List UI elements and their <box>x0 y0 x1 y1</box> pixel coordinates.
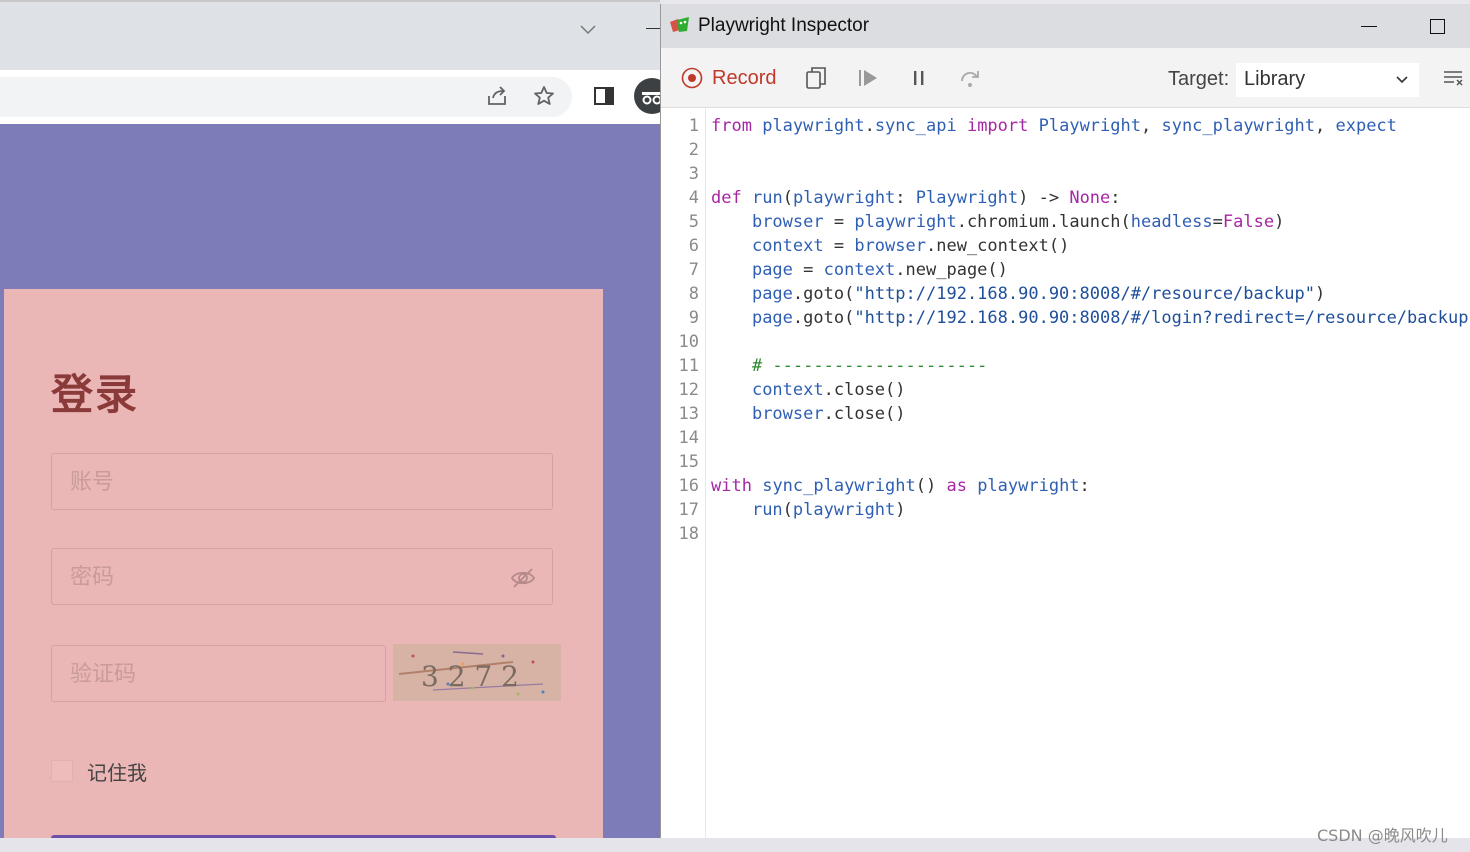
resume-icon[interactable] <box>854 64 882 92</box>
chevron-down-icon[interactable] <box>576 18 600 42</box>
login-title: 登录 <box>51 370 140 419</box>
share-icon[interactable] <box>484 83 510 109</box>
minimize-button[interactable] <box>1355 12 1383 40</box>
record-button[interactable]: Record <box>681 63 776 93</box>
inspector-titlebar: Playwright Inspector <box>661 4 1470 48</box>
maximize-button[interactable] <box>1423 12 1451 40</box>
page-viewport: 登录 账号 验证码 3 2 7 2 记住我 <box>0 124 660 838</box>
star-icon[interactable] <box>531 83 557 109</box>
remember-me-row[interactable]: 记住我 <box>51 757 147 785</box>
account-input[interactable] <box>68 454 512 511</box>
remember-me-checkbox[interactable] <box>51 760 73 782</box>
copy-icon[interactable] <box>802 64 830 92</box>
chevron-down-icon <box>1396 76 1408 84</box>
captcha-image[interactable]: 3 2 7 2 <box>393 644 561 701</box>
watermark: CSDN @晚风吹儿 <box>1317 826 1448 845</box>
line-number: 3 <box>688 164 699 184</box>
line-number: 1 <box>688 116 699 136</box>
tab-strip <box>0 0 660 70</box>
captcha-text: 3 2 7 2 <box>421 660 519 693</box>
target-language-select[interactable]: Library <box>1236 63 1419 97</box>
eye-off-icon[interactable] <box>510 565 536 591</box>
record-label: Record <box>712 66 777 89</box>
line-number: 16 <box>678 476 699 496</box>
inspector-title: Playwright Inspector <box>698 15 870 36</box>
step-over-icon[interactable] <box>956 64 984 92</box>
inspector-toolbar: Record Target: Library <box>661 48 1470 108</box>
line-number: 9 <box>688 308 699 328</box>
code-editor[interactable]: 1 from playwright.sync_api import Playwri… <box>661 108 1470 838</box>
line-number: 5 <box>688 212 699 232</box>
browser-toolbar <box>0 70 670 124</box>
account-field[interactable] <box>51 453 553 511</box>
browser-window: 登录 账号 验证码 3 2 7 2 记住我 <box>0 0 670 852</box>
playwright-inspector-window: Playwright Inspector Record Target: Libr… <box>660 4 1470 838</box>
record-icon <box>681 67 703 89</box>
target-label: Target: <box>1168 68 1230 90</box>
side-panel-icon[interactable] <box>591 83 617 109</box>
line-number: 12 <box>678 380 699 400</box>
line-number: 7 <box>688 260 699 280</box>
remember-me-label: 记住我 <box>87 760 147 785</box>
line-number: 6 <box>688 236 699 256</box>
line-number: 13 <box>678 404 699 424</box>
taskbar <box>0 838 1470 852</box>
captcha-input[interactable] <box>68 646 372 703</box>
line-number: 18 <box>678 524 699 544</box>
target-select-value: Library <box>1244 68 1306 90</box>
line-number: 8 <box>688 284 699 304</box>
wrap-lines-icon[interactable] <box>1440 64 1468 92</box>
line-number: 2 <box>688 140 699 160</box>
playwright-logo-icon <box>669 16 691 36</box>
window-minimize-line <box>646 28 660 29</box>
line-number: 14 <box>678 428 699 448</box>
pause-icon[interactable] <box>905 64 933 92</box>
password-input[interactable] <box>68 549 512 606</box>
line-number: 17 <box>678 500 699 520</box>
line-number: 4 <box>688 188 699 208</box>
line-number: 11 <box>678 356 699 376</box>
line-number: 10 <box>678 332 699 352</box>
login-card: 登录 账号 验证码 3 2 7 2 记住我 <box>4 289 603 838</box>
line-number: 15 <box>678 452 699 472</box>
password-field[interactable] <box>51 548 553 606</box>
captcha-field[interactable] <box>51 645 386 703</box>
